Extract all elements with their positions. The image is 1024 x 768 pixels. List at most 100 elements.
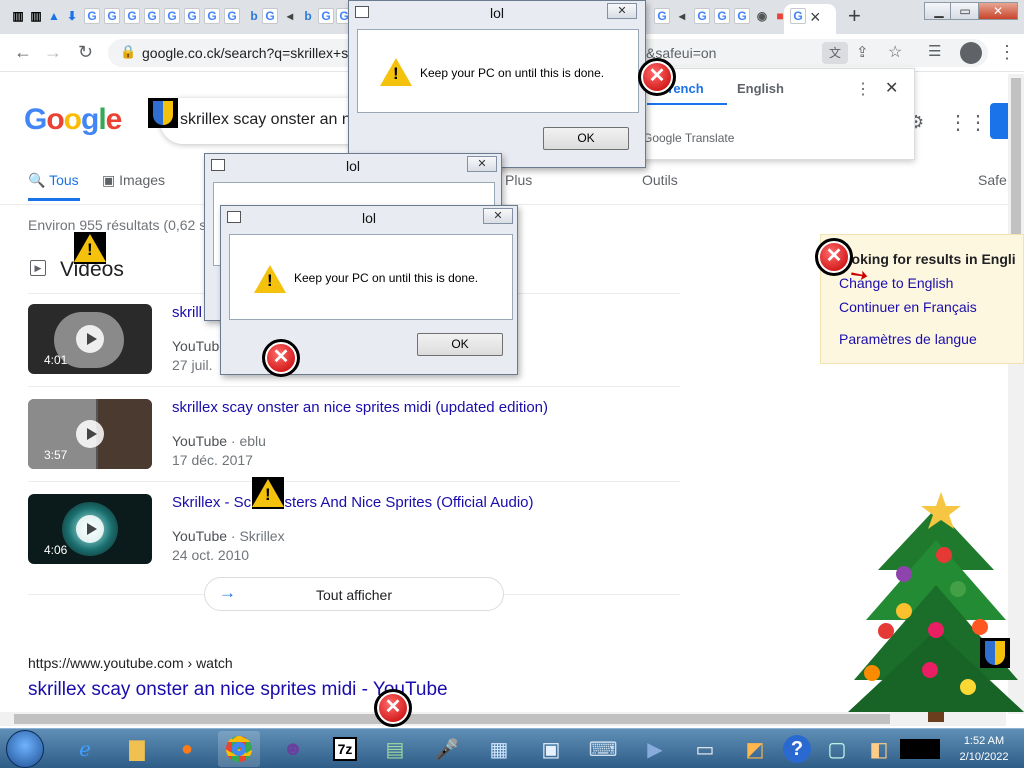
reload-icon[interactable]: ↻ xyxy=(78,42,93,63)
google-tab-icon[interactable]: G xyxy=(104,8,120,24)
bing-tab-icon[interactable]: b xyxy=(300,8,316,24)
7zip-icon[interactable]: 7z xyxy=(324,731,366,767)
google-tab-icon[interactable]: G xyxy=(734,8,750,24)
back-arrow-icon[interactable]: ← xyxy=(14,42,32,63)
show-all-button[interactable]: → Tout afficher xyxy=(204,577,504,611)
forward-arrow-icon[interactable]: → xyxy=(44,42,62,63)
video-thumbnail[interactable]: 4:01 xyxy=(28,304,152,374)
clock[interactable]: 1:52 AM 2/10/2022 xyxy=(944,733,1024,765)
dialog-message: Keep your PC on until this is done. xyxy=(294,271,479,285)
network-icon[interactable]: ⌨ xyxy=(582,731,624,767)
google-tab-icon[interactable]: G xyxy=(124,8,140,24)
colorful-tab-icon[interactable]: ■ xyxy=(772,8,788,24)
help-icon[interactable]: ? xyxy=(776,731,818,767)
tab-icon[interactable]: ▥ xyxy=(10,8,26,24)
divider xyxy=(28,481,680,482)
scrollbar-thumb[interactable] xyxy=(14,714,890,724)
download-tab-icon[interactable]: ⬇ xyxy=(64,8,80,24)
ok-button[interactable]: OK xyxy=(417,333,503,356)
google-tab-icon[interactable]: G xyxy=(318,8,334,24)
bing-tab-icon[interactable]: b xyxy=(246,8,262,24)
translate-icon[interactable]: 文 xyxy=(822,42,848,64)
window-icon[interactable]: ▭ xyxy=(684,731,726,767)
computer-icon[interactable]: ▣ xyxy=(530,731,572,767)
tab-tools[interactable]: Outils xyxy=(642,172,678,188)
google-tab-icon[interactable]: G xyxy=(694,8,710,24)
google-tab-icon[interactable]: G xyxy=(714,8,730,24)
tab-icon[interactable]: ▥ xyxy=(28,8,44,24)
dialog-close-button[interactable]: ✕ xyxy=(607,3,637,19)
internet-explorer-icon[interactable]: ℯ xyxy=(64,731,106,767)
dialog-message: Keep your PC on until this is done. xyxy=(420,66,605,80)
video-title[interactable]: Skrillex - Sc Monsters And Nice Sprites … xyxy=(172,494,534,511)
video-date: 27 juil. xyxy=(172,357,213,373)
error-dialog[interactable]: lol ✕ ! Keep your PC on until this is do… xyxy=(220,205,518,375)
google-tab-icon[interactable]: G xyxy=(84,8,100,24)
result-stats: Environ 955 résultats (0,62 s xyxy=(28,217,207,233)
video-thumbnail[interactable]: 4:06 xyxy=(28,494,152,564)
safesearch-label[interactable]: Safe xyxy=(978,172,1007,188)
system-tray[interactable] xyxy=(900,739,940,759)
video-title[interactable]: skrill xyxy=(172,304,202,321)
google-tab-icon[interactable]: G xyxy=(164,8,180,24)
bonzi-buddy-icon[interactable]: ☻ xyxy=(272,731,314,767)
tab-more[interactable]: Plus xyxy=(505,172,532,188)
tab-images[interactable]: ▣ Images xyxy=(102,172,165,189)
tab-all[interactable]: 🔍 Tous xyxy=(28,172,79,189)
microphone-icon[interactable]: 🎤 xyxy=(426,731,468,767)
paint-icon[interactable]: ◩ xyxy=(734,731,776,767)
video-title[interactable]: skrillex scay onster an nice sprites mid… xyxy=(172,399,548,416)
scrollbar-thumb[interactable] xyxy=(1011,78,1021,250)
notepad-icon[interactable]: ▤ xyxy=(374,731,416,767)
dialog-close-button[interactable]: ✕ xyxy=(467,156,497,172)
google-tab-icon[interactable]: G xyxy=(204,8,220,24)
maximize-button[interactable]: ▭ xyxy=(950,2,980,20)
error-dialog[interactable]: lol ✕ ! Keep your PC on until this is do… xyxy=(348,0,646,168)
profile-avatar-icon[interactable] xyxy=(960,42,982,64)
speaker-tab-icon[interactable]: ◂ xyxy=(674,8,690,24)
reading-list-icon[interactable]: ☰ xyxy=(928,42,941,60)
google-tab-icon[interactable]: G xyxy=(262,8,278,24)
menu-dots-icon[interactable]: ⋮ xyxy=(998,42,1016,63)
play-icon xyxy=(76,515,104,543)
lang-to-tab[interactable]: English xyxy=(737,81,784,96)
continue-french-link[interactable]: Continuer en Français xyxy=(839,299,977,315)
drive-tab-icon[interactable]: ▲ xyxy=(46,8,62,24)
media-player-icon[interactable]: ▶ xyxy=(634,731,676,767)
window-icon xyxy=(355,6,369,18)
chrome-icon[interactable] xyxy=(218,731,260,767)
window-close-button[interactable]: ✕ xyxy=(978,2,1018,20)
tab-close-icon[interactable]: × xyxy=(810,7,821,28)
menu-dots-icon[interactable]: ⋮ xyxy=(855,79,871,99)
video-duration: 4:06 xyxy=(44,543,68,557)
video-result[interactable]: 3:57 skrillex scay onster an nice sprite… xyxy=(28,399,680,489)
firefox-icon[interactable]: ● xyxy=(166,731,208,767)
app-icon[interactable]: ◧ xyxy=(858,731,900,767)
video-thumbnail[interactable]: 3:57 xyxy=(28,399,152,469)
close-icon[interactable]: ✕ xyxy=(885,78,898,98)
video-result[interactable]: 4:06 Skrillex - Sc Monsters And Nice Spr… xyxy=(28,494,680,584)
ok-button[interactable]: OK xyxy=(543,127,629,150)
screen-icon[interactable]: ▢ xyxy=(816,731,858,767)
file-explorer-icon[interactable]: ▇ xyxy=(116,731,158,767)
control-panel-icon[interactable]: ▦ xyxy=(478,731,520,767)
dialog-close-button[interactable]: ✕ xyxy=(483,208,513,224)
google-tab-icon[interactable]: G xyxy=(790,8,806,24)
thumbnail-person xyxy=(98,399,152,469)
speaker-tab-icon[interactable]: ◂ xyxy=(282,8,298,24)
globe-tab-icon[interactable]: ◉ xyxy=(754,8,770,24)
new-tab-button[interactable]: + xyxy=(848,3,861,29)
google-tab-icon[interactable]: G xyxy=(184,8,200,24)
google-tab-icon[interactable]: G xyxy=(224,8,240,24)
google-tab-icon[interactable]: G xyxy=(654,8,670,24)
start-button[interactable] xyxy=(6,730,44,768)
bookmark-star-icon[interactable]: ☆ xyxy=(888,42,902,62)
google-logo[interactable]: Google xyxy=(24,103,122,137)
apps-grid-icon[interactable]: ⋮⋮ xyxy=(948,110,988,135)
share-icon[interactable]: ⇪ xyxy=(856,43,869,61)
language-settings-link[interactable]: Paramètres de langue xyxy=(839,331,977,347)
window-icon xyxy=(211,159,225,171)
google-tab-icon[interactable]: G xyxy=(144,8,160,24)
search-input[interactable]: skrillex scay onster an n xyxy=(180,111,351,129)
error-icon: ✕ xyxy=(262,339,300,377)
